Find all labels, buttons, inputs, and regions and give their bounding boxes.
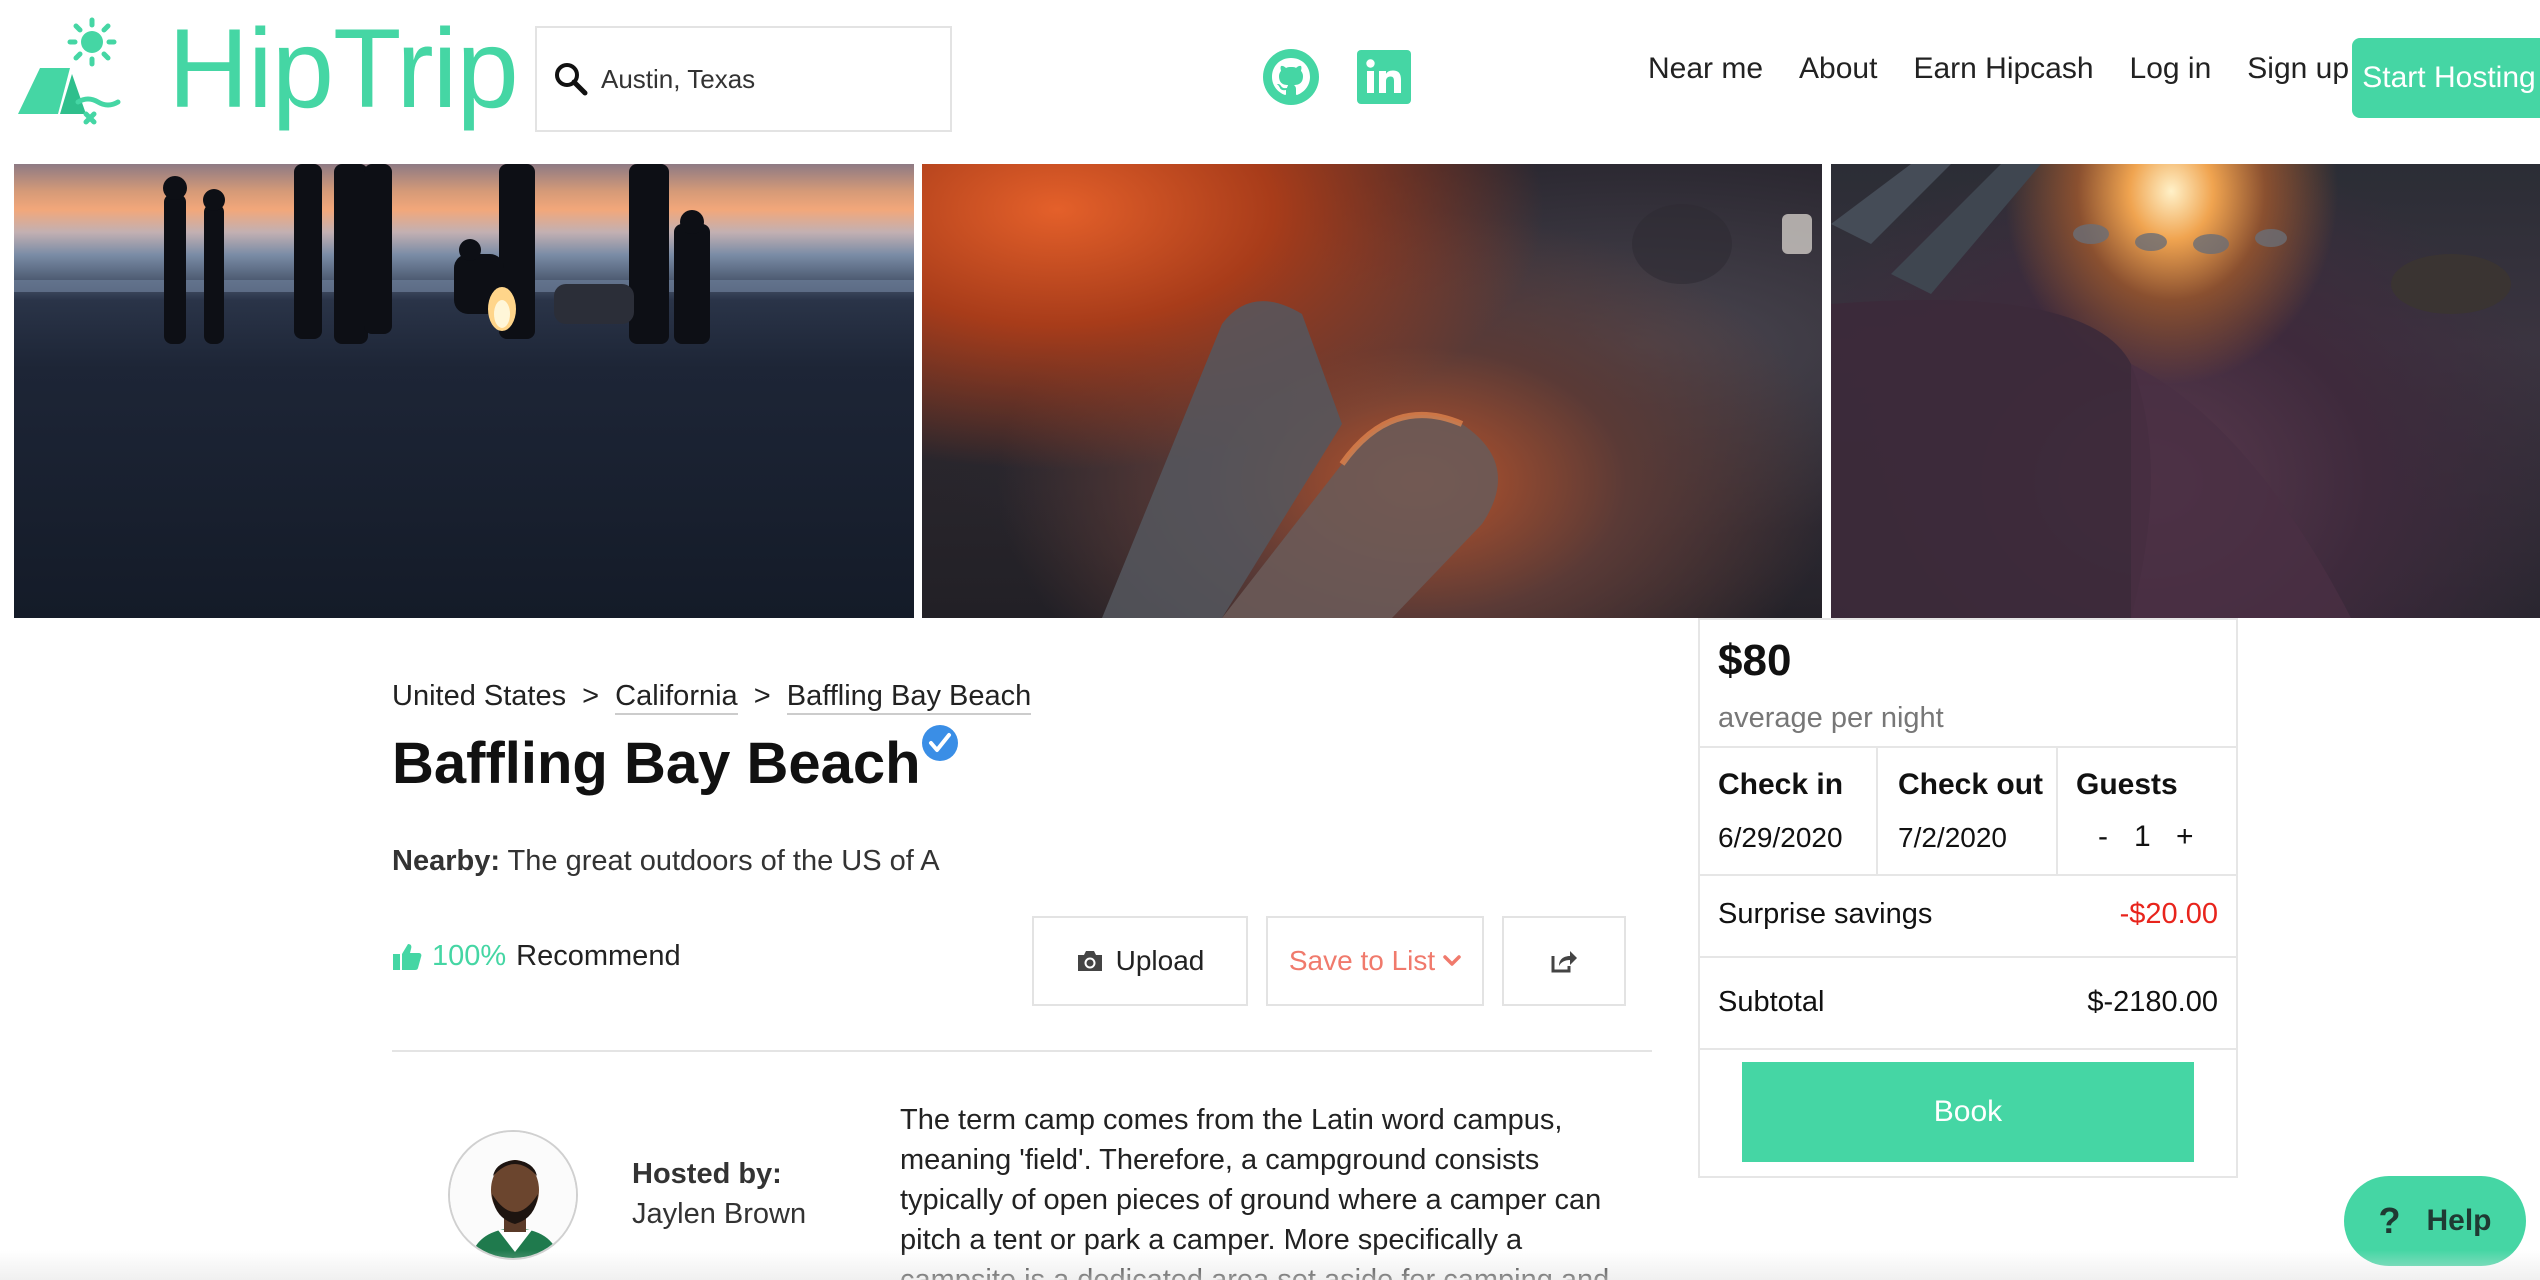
- nav-near-me[interactable]: Near me: [1648, 52, 1763, 86]
- host-portrait: [450, 1132, 576, 1258]
- save-to-list-label: Save to List: [1288, 945, 1436, 976]
- search-input[interactable]: [601, 63, 931, 95]
- logo-text: HipTrip: [168, 6, 519, 131]
- check-out-date[interactable]: 7/2/2020: [1898, 822, 2007, 854]
- guests-decrement-button[interactable]: -: [2098, 820, 2108, 854]
- save-to-list-button[interactable]: Save to List: [1266, 916, 1484, 1006]
- price: $80: [1718, 636, 1792, 685]
- savings-value: -$20.00: [2119, 898, 2218, 930]
- listing-photo-campfire-feet[interactable]: [1831, 164, 2540, 618]
- subtotal-value: $-2180.00: [2087, 986, 2218, 1018]
- card-divider: [1700, 956, 2236, 958]
- nav-log-in[interactable]: Log in: [2130, 52, 2212, 86]
- chevron-down-icon: [1443, 955, 1461, 966]
- breadcrumb: United States > California > Baffling Ba…: [392, 680, 1032, 715]
- check-out-label: Check out: [1898, 768, 2044, 801]
- linkedin-icon[interactable]: [1355, 48, 1413, 106]
- breadcrumb-separator: >: [753, 680, 771, 712]
- breadcrumb-item-country[interactable]: United States: [392, 680, 566, 712]
- guests-label: Guests: [2076, 768, 2178, 801]
- breadcrumb-separator: >: [582, 680, 600, 712]
- card-divider: [1700, 874, 2236, 876]
- nearby-text: The great outdoors of the US of A: [507, 845, 940, 877]
- guests-count: 1: [2134, 820, 2151, 853]
- guests-increment-button[interactable]: +: [2176, 820, 2194, 854]
- listing-photo-beach-bonfire[interactable]: [14, 164, 914, 618]
- nearby-label: Nearby:: [392, 845, 500, 877]
- breadcrumb-item-place[interactable]: Baffling Bay Beach: [786, 680, 1032, 715]
- search-icon: [555, 63, 588, 96]
- page-title: Baffling Bay Beach: [392, 731, 921, 796]
- photo-feet: [1831, 164, 2511, 618]
- recommend-percent: 100%: [432, 940, 507, 972]
- book-button[interactable]: Book: [1742, 1062, 2194, 1162]
- main-nav: Near me About Earn Hipcash Log in Sign u…: [1648, 52, 2385, 86]
- recommend-label: Recommend: [516, 940, 681, 972]
- verified-check-icon: [921, 725, 958, 761]
- recommend-rating: 100% Recommend: [392, 940, 681, 973]
- nav-about[interactable]: About: [1799, 52, 1877, 86]
- check-in-date[interactable]: 6/29/2020: [1718, 822, 1843, 854]
- hosted-by-label: Hosted by:: [632, 1158, 782, 1190]
- logo[interactable]: HipTrip: [16, 6, 519, 132]
- thumbs-up-icon: [393, 943, 422, 970]
- host-name[interactable]: Jaylen Brown: [632, 1198, 806, 1231]
- card-divider: [1700, 746, 2236, 748]
- photo-legs: [1102, 204, 1812, 618]
- search-box[interactable]: [535, 26, 952, 132]
- listing-description: The term camp comes from the Latin word …: [900, 1104, 1610, 1280]
- nav-sign-up[interactable]: Sign up: [2247, 52, 2349, 86]
- column-divider: [1876, 748, 1878, 874]
- upload-label: Upload: [1115, 945, 1205, 976]
- question-mark-icon: ?: [2378, 1200, 2401, 1241]
- nearby-info: Nearby: The great outdoors of the US of …: [392, 845, 940, 878]
- photo-silhouettes: [14, 164, 914, 344]
- host-avatar[interactable]: [448, 1130, 578, 1260]
- github-icon[interactable]: [1262, 48, 1320, 106]
- check-in-label: Check in: [1718, 768, 1844, 801]
- share-icon: [1551, 951, 1577, 973]
- savings-label: Surprise savings: [1718, 898, 1933, 930]
- help-label: Help: [2426, 1204, 2492, 1237]
- camera-icon: [1077, 951, 1102, 971]
- nav-earn-hipcash[interactable]: Earn Hipcash: [1913, 52, 2093, 86]
- card-divider: [1700, 1048, 2236, 1050]
- logo-sun-tent-icon: [18, 17, 121, 125]
- help-button[interactable]: ? Help: [2344, 1176, 2526, 1266]
- start-hosting-button[interactable]: Start Hosting: [2352, 38, 2540, 118]
- column-divider: [2056, 748, 2058, 874]
- booking-card: $80 average per night Check in 6/29/2020…: [1698, 618, 2238, 1178]
- subtotal-label: Subtotal: [1718, 986, 1825, 1018]
- breadcrumb-item-state[interactable]: California: [615, 680, 738, 715]
- upload-button[interactable]: Upload: [1032, 916, 1248, 1006]
- site-header: HipTrip Near me About Earn Hipcash Log i…: [0, 0, 2540, 162]
- section-divider: [392, 1050, 1652, 1052]
- listing-photo-tent-legs[interactable]: [922, 164, 1822, 618]
- title-row: Baffling Bay Beach: [392, 725, 959, 797]
- share-button[interactable]: [1502, 916, 1626, 1006]
- price-caption: average per night: [1718, 702, 1944, 734]
